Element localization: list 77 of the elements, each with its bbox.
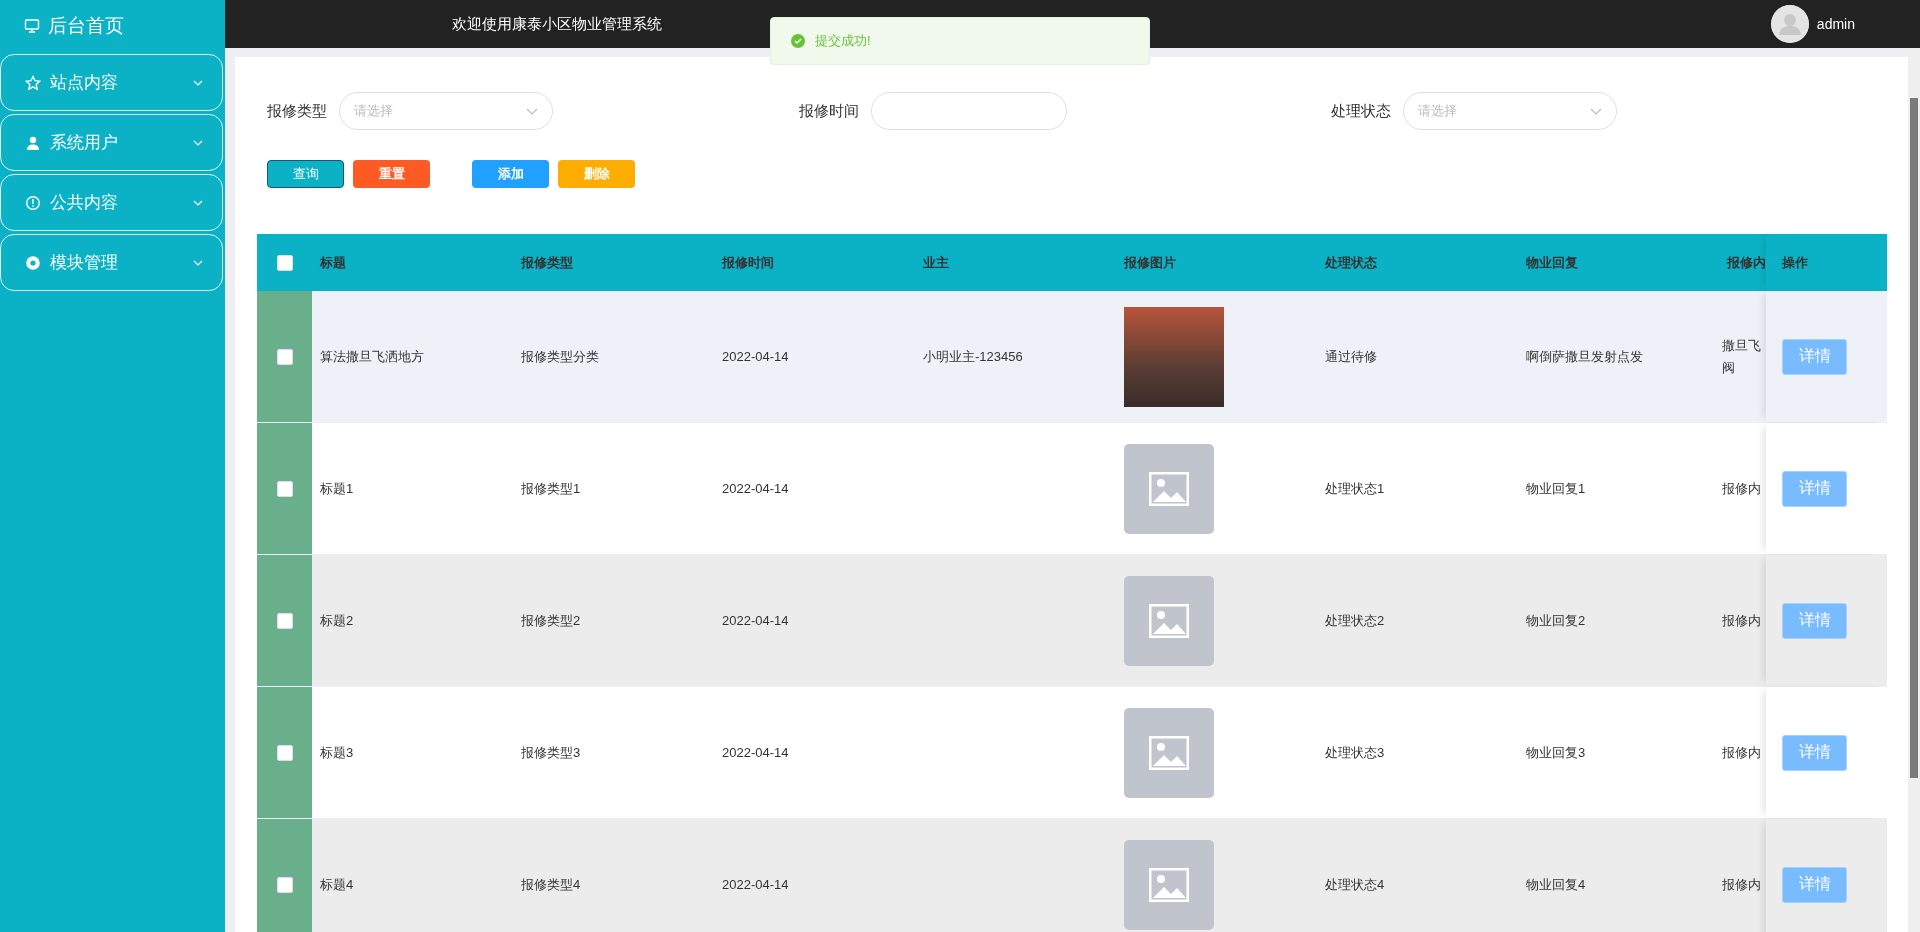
info-icon [25, 194, 41, 211]
star-icon [25, 74, 41, 91]
table-cell: 2022-04-14 [722, 877, 789, 892]
image-placeholder-icon [1124, 443, 1214, 534]
table-cell: 标题4 [320, 875, 354, 894]
row-checkbox[interactable] [276, 348, 293, 365]
row-checkbox[interactable] [276, 480, 293, 497]
table-cell: 物业回复2 [1526, 611, 1586, 630]
sidebar-menu-item[interactable]: 系统用户 [0, 114, 223, 171]
table-cell: 报修类型2 [521, 611, 581, 630]
filter-label: 报修类型 [267, 101, 327, 121]
user-icon [25, 134, 41, 151]
table-cell: 标题1 [320, 479, 354, 498]
table-cell: 物业回复3 [1526, 743, 1586, 762]
table-cell: 物业回复4 [1526, 875, 1586, 894]
avatar-icon[interactable] [1770, 5, 1809, 43]
table-cell: 处理状态4 [1325, 875, 1385, 894]
column-header: 业主 [923, 253, 949, 272]
table-cell: 报修类型4 [521, 875, 581, 894]
table-cell: 物业回复1 [1526, 479, 1586, 498]
row-checkbox[interactable] [276, 744, 293, 761]
image-placeholder-icon [1124, 575, 1214, 666]
details-button[interactable]: 详情 [1782, 866, 1847, 903]
column-header: 物业回复 [1526, 253, 1578, 272]
table-cell: 啊倒萨撒旦发射点发 [1526, 347, 1643, 366]
table-cell: 处理状态2 [1325, 611, 1385, 630]
select-all-checkbox[interactable] [276, 254, 293, 271]
table-cell-text: 撒旦飞阀 [1722, 336, 1762, 377]
row-checkbox[interactable] [276, 612, 293, 629]
delete-button[interactable]: 删除 [558, 160, 635, 188]
table-cell: 处理状态1 [1325, 479, 1385, 498]
column-header: 报修时间 [722, 253, 774, 272]
table-cell-text: 报修内 [1722, 479, 1761, 498]
details-button[interactable]: 详情 [1782, 602, 1847, 639]
table-cell: 小明业主-123456 [923, 347, 1023, 366]
sidebar-menu-item[interactable]: 站点内容 [0, 54, 223, 111]
column-header: 报修类型 [521, 253, 573, 272]
table-cell: 2022-04-14 [722, 613, 789, 628]
table-cell: 2022-04-14 [722, 745, 789, 760]
filter-label: 处理状态 [1331, 101, 1391, 121]
column-header: 报修内 [1727, 253, 1766, 272]
table-cell: 报修类型分类 [521, 347, 599, 366]
image-placeholder-icon [1124, 707, 1214, 798]
monitor-icon [24, 18, 40, 34]
column-header: 标题 [320, 253, 346, 272]
details-button[interactable]: 详情 [1782, 470, 1847, 507]
table-cell: 处理状态3 [1325, 743, 1385, 762]
table-cell: 算法撒旦飞洒地方 [320, 347, 424, 366]
table-cell: 通过待修 [1325, 347, 1377, 366]
column-header: 处理状态 [1325, 253, 1377, 272]
table-cell: 2022-04-14 [722, 481, 789, 496]
image-placeholder-icon [1124, 839, 1214, 930]
table-cell: 标题3 [320, 743, 354, 762]
column-header: 操作 [1782, 253, 1808, 272]
details-button[interactable]: 详情 [1782, 338, 1847, 375]
table-cell: 2022-04-14 [722, 349, 789, 364]
filter-label: 报修时间 [799, 101, 859, 121]
table-cell: 报修类型1 [521, 479, 581, 498]
details-button[interactable]: 详情 [1782, 734, 1847, 771]
sidebar-menu-item[interactable]: 模块管理 [0, 234, 223, 291]
table-cell-text: 报修内 [1722, 611, 1761, 630]
add-button[interactable]: 添加 [472, 160, 549, 188]
username[interactable]: admin [1816, 16, 1855, 32]
reset-button[interactable]: 重置 [353, 160, 430, 188]
check-circle-icon [791, 34, 805, 48]
table-cell-text: 报修内 [1722, 743, 1761, 762]
sidebar-home-link[interactable]: 后台首页 [0, 0, 223, 52]
table-cell-text: 报修内 [1722, 875, 1761, 894]
success-toast: 提交成功! [770, 17, 1150, 65]
circle-icon [25, 254, 41, 271]
table-cell: 标题2 [320, 611, 354, 630]
query-button[interactable]: 查询 [267, 160, 344, 188]
row-checkbox[interactable] [276, 876, 293, 893]
column-header: 报修图片 [1124, 253, 1176, 272]
table-cell: 报修类型3 [521, 743, 581, 762]
header-title: 欢迎使用康泰小区物业管理系统 [452, 14, 663, 34]
sidebar-menu-item[interactable]: 公共内容 [0, 174, 223, 231]
